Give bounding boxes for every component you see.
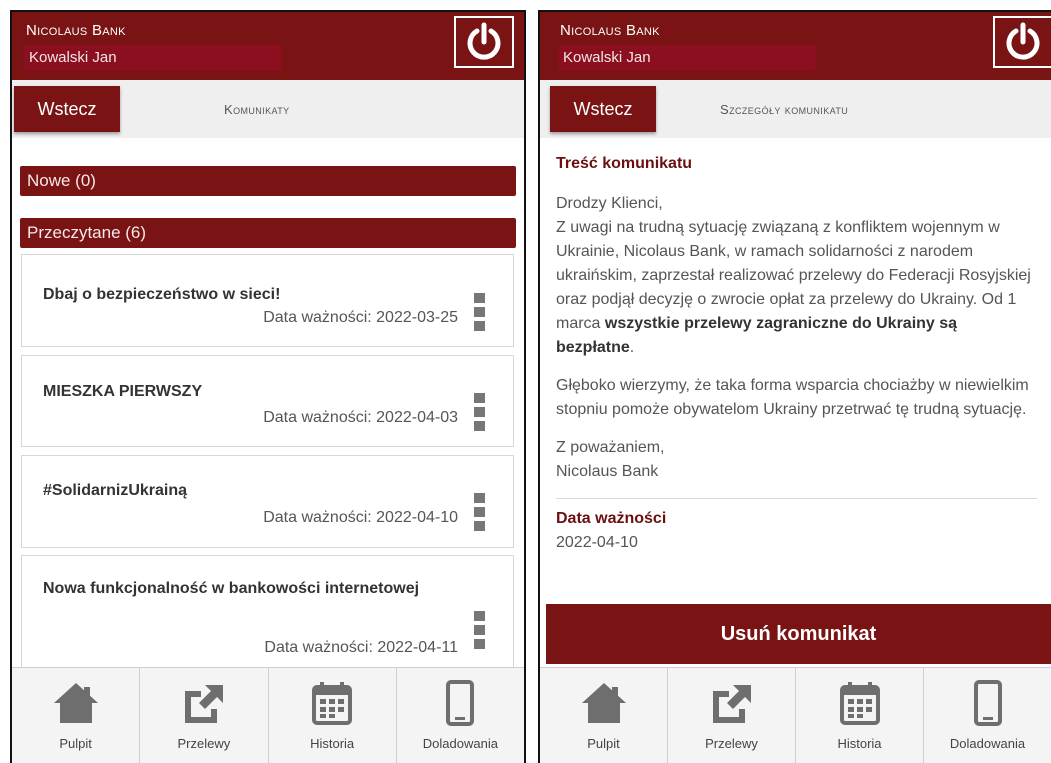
nav-przelewy[interactable]: Przelewy [668, 668, 796, 763]
nav-przelewy[interactable]: Przelewy [140, 668, 269, 763]
nav-label: Doladowania [422, 736, 498, 751]
message-date: Data ważności: 2022-04-03 [263, 409, 458, 426]
phone-icon [434, 678, 486, 728]
page-title: Szczegóły komunikatu [720, 102, 849, 117]
content-heading: Treść komunikatu [556, 155, 693, 172]
message-title: #SolidarnizUkrainą [43, 482, 188, 499]
user-box: Kowalski Jan [558, 45, 816, 71]
kebab-menu-icon[interactable] [474, 393, 485, 435]
kebab-menu-icon[interactable] [474, 493, 485, 535]
nav-label: Przelewy [705, 736, 758, 751]
message-date: Data ważności: 2022-03-25 [263, 309, 458, 326]
validity-date: 2022-04-10 [556, 534, 638, 551]
app-header: Nicolaus Bank Kowalski Jan [540, 12, 1051, 80]
nav-label: Pulpit [587, 736, 620, 751]
home-icon [578, 678, 630, 728]
message-title: Dbaj o bezpieczeństwo w sieci! [43, 286, 281, 303]
home-icon [50, 678, 102, 728]
nav-label: Pulpit [59, 736, 92, 751]
back-button[interactable]: Wstecz [550, 86, 656, 132]
nav-label: Historia [310, 736, 355, 751]
message-date: Data ważności: 2022-04-10 [263, 509, 458, 526]
nav-pulpit[interactable]: Pulpit [12, 668, 141, 763]
message-date: Data ważności: 2022-04-11 [264, 639, 458, 656]
user-name: Kowalski Jan [29, 49, 117, 66]
message-item[interactable]: #SolidarnizUkrainą Data ważności: 2022-0… [21, 455, 514, 548]
messages-list-screen: Nicolaus Bank Kowalski Jan Wstecz Komuni… [10, 10, 526, 763]
section-read[interactable]: Przeczytane (6) [20, 218, 516, 248]
section-new[interactable]: Nowe (0) [20, 166, 516, 196]
nav-historia[interactable]: Historia [796, 668, 924, 763]
message-content: Treść komunikatu Drodzy Klienci, Z uwagi… [556, 138, 1037, 555]
nav-pulpit[interactable]: Pulpit [540, 668, 668, 763]
divider [556, 498, 1037, 499]
greeting: Drodzy Klienci, [556, 195, 663, 212]
message-title: Nowa funkcjonalność w bankowości interne… [43, 580, 420, 597]
nav-doladowania[interactable]: Doladowania [924, 668, 1051, 763]
user-name: Kowalski Jan [563, 49, 651, 66]
page-title: Komunikaty [224, 102, 290, 117]
message-paragraph: Z uwagi na trudną sytuację związaną z ko… [556, 216, 1037, 360]
signature: Nicolaus Bank [556, 463, 659, 480]
logout-button[interactable] [993, 16, 1051, 68]
power-icon [467, 22, 501, 60]
delete-message-button[interactable]: Usuń komunikat [546, 604, 1051, 664]
bottom-nav: Pulpit Przelewy Historia Doladowania [12, 667, 524, 763]
nav-label: Przelewy [177, 736, 231, 751]
paragraph-bold-text: wszystkie przelewy zagraniczne do Ukrain… [556, 315, 958, 356]
transfer-icon [178, 678, 230, 728]
bottom-nav: Pulpit Przelewy Historia Doladowania [540, 667, 1051, 763]
sub-header: Wstecz Szczegóły komunikatu [540, 80, 1051, 138]
nav-label: Doladowania [949, 736, 1026, 751]
transfer-icon [706, 678, 758, 728]
logout-button[interactable] [454, 16, 514, 68]
app-header: Nicolaus Bank Kowalski Jan [12, 12, 524, 80]
nav-label: Historia [837, 736, 882, 751]
closing: Z poważaniem, [556, 439, 665, 456]
power-icon [1006, 22, 1040, 60]
paragraph-text: . [629, 339, 635, 356]
message-item[interactable]: Dbaj o bezpieczeństwo w sieci! Data ważn… [21, 254, 514, 347]
bank-name: Nicolaus Bank [560, 22, 660, 39]
sub-header: Wstecz Komunikaty [12, 80, 524, 138]
message-item[interactable]: Nowa funkcjonalność w bankowości interne… [21, 555, 514, 675]
message-detail-screen: Nicolaus Bank Kowalski Jan Wstecz Szczeg… [538, 10, 1051, 763]
back-button[interactable]: Wstecz [14, 86, 120, 132]
calendar-icon [306, 678, 358, 728]
message-item[interactable]: MIESZKA PIERWSZY Data ważności: 2022-04-… [21, 355, 514, 447]
calendar-icon [834, 678, 886, 728]
nav-doladowania[interactable]: Doladowania [397, 668, 524, 763]
kebab-menu-icon[interactable] [474, 611, 485, 653]
kebab-menu-icon[interactable] [474, 293, 485, 335]
phone-icon [962, 678, 1014, 728]
bank-name: Nicolaus Bank [26, 22, 126, 39]
validity-heading: Data ważności [556, 510, 667, 527]
message-paragraph: Głęboko wierzymy, że taka forma wsparcia… [556, 377, 1029, 418]
nav-historia[interactable]: Historia [269, 668, 397, 763]
user-box: Kowalski Jan [24, 45, 282, 71]
message-title: MIESZKA PIERWSZY [43, 383, 203, 400]
